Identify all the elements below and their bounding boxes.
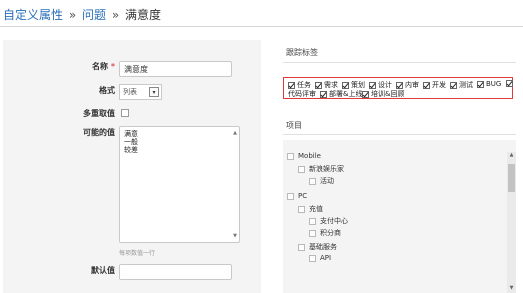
- checkbox-icon: [309, 177, 316, 185]
- breadcrumb-issues[interactable]: 问题: [82, 8, 106, 22]
- scroll-up-icon[interactable]: ▲: [233, 129, 237, 137]
- projects-section-title: 项目: [286, 121, 302, 130]
- checkbox-icon: [298, 243, 305, 251]
- possible-value-line: 一般: [124, 138, 138, 146]
- scrollbar-thumb[interactable]: [508, 164, 515, 192]
- breadcrumb: 自定义属性 » 问题 » 满意度: [3, 6, 161, 23]
- format-select-value: 列表: [123, 88, 137, 96]
- tag-deploy[interactable]: 部署&上线: [320, 89, 362, 99]
- chevron-down-icon: ▾: [149, 87, 159, 97]
- checkbox-checked-icon: [320, 90, 327, 98]
- possible-values-textarea[interactable]: 满意 一般 较差 ▲ ▼: [119, 126, 240, 243]
- scroll-up-icon[interactable]: ▲: [507, 152, 516, 160]
- checkbox-checked-icon: [362, 90, 369, 98]
- field-form-panel: 名称 * 满意度 格式 列表 ▾ 多重取值 可能的值 满意 一般 较差 ▲ ▼ …: [3, 40, 261, 293]
- tree-item-sina-ent[interactable]: 新浪娱乐家: [298, 164, 344, 174]
- checkbox-icon: [287, 192, 294, 200]
- multi-value-checkbox[interactable]: [121, 109, 129, 117]
- checkbox-icon: [287, 152, 294, 160]
- checkbox-checked-icon: [369, 81, 376, 89]
- checkbox-checked-icon: [506, 80, 513, 87]
- checkbox-icon: [309, 229, 316, 237]
- format-select[interactable]: 列表 ▾: [119, 84, 162, 100]
- breadcrumb-separator: »: [68, 8, 77, 22]
- checkbox-checked-icon: [477, 80, 484, 88]
- tree-item-pc[interactable]: PC: [287, 192, 307, 200]
- scroll-down-icon[interactable]: ▼: [233, 232, 237, 240]
- default-value-label: 默认值: [91, 266, 115, 275]
- tree-item-api[interactable]: API: [309, 254, 331, 262]
- tags-section-divider: [283, 62, 516, 63]
- tree-item-recharge[interactable]: 充值: [298, 204, 323, 214]
- tree-item-points[interactable]: 积分商: [309, 228, 341, 238]
- default-value-input[interactable]: [119, 264, 232, 280]
- tags-section-title: 跟踪标签: [286, 48, 318, 57]
- checkbox-checked-icon: [342, 81, 349, 89]
- page-title: 满意度: [125, 8, 162, 22]
- required-mark: *: [110, 62, 115, 71]
- tree-item-activity[interactable]: 活动: [309, 176, 334, 186]
- scroll-down-icon[interactable]: ▼: [507, 285, 516, 293]
- possible-value-line: 满意: [124, 130, 138, 138]
- multi-value-label: 多重取值: [83, 109, 115, 118]
- checkbox-checked-icon: [450, 81, 457, 89]
- tag-code-review[interactable]: 代码评审: [288, 89, 316, 99]
- header-divider: [0, 26, 523, 27]
- tag-develop[interactable]: 开发: [423, 80, 446, 90]
- possible-values-label: 可能的值: [83, 128, 115, 137]
- checkbox-icon: [298, 165, 305, 173]
- checkbox-checked-icon: [315, 81, 322, 89]
- projects-section-divider: [283, 134, 516, 135]
- project-tree-scrollbar[interactable]: ▲ ▼: [507, 152, 516, 293]
- tag-overflow-checkbox[interactable]: [506, 80, 515, 87]
- possible-value-line: 较差: [124, 146, 138, 154]
- tags-highlight-box: 任务 需求 策划 设计 内审 开发 测试 BUG 代码评审 部署&上线 培训&回…: [283, 77, 513, 99]
- tree-item-mobile[interactable]: Mobile: [287, 152, 321, 160]
- name-input[interactable]: 满意度: [119, 61, 232, 77]
- tree-item-base-service[interactable]: 基础服务: [298, 242, 337, 252]
- checkbox-icon: [298, 205, 305, 213]
- tag-test[interactable]: 测试: [450, 80, 473, 90]
- checkbox-checked-icon: [288, 81, 295, 89]
- breadcrumb-separator: »: [111, 8, 120, 22]
- name-label: 名称 *: [92, 62, 115, 71]
- tag-bug[interactable]: BUG: [477, 80, 501, 88]
- possible-values-hint: 每项数值一行: [119, 250, 156, 257]
- checkbox-icon: [309, 254, 316, 262]
- checkbox-icon: [309, 217, 316, 225]
- breadcrumb-custom-fields[interactable]: 自定义属性: [3, 8, 63, 22]
- checkbox-checked-icon: [396, 81, 403, 89]
- tree-item-payment[interactable]: 支付中心: [309, 216, 348, 226]
- project-tree: Mobile 新浪娱乐家 活动 PC 充值 支付中心 积分商 基础服务 API: [283, 140, 516, 293]
- format-label: 格式: [99, 86, 115, 95]
- tag-training[interactable]: 培训&回顾: [362, 89, 404, 99]
- checkbox-checked-icon: [423, 81, 430, 89]
